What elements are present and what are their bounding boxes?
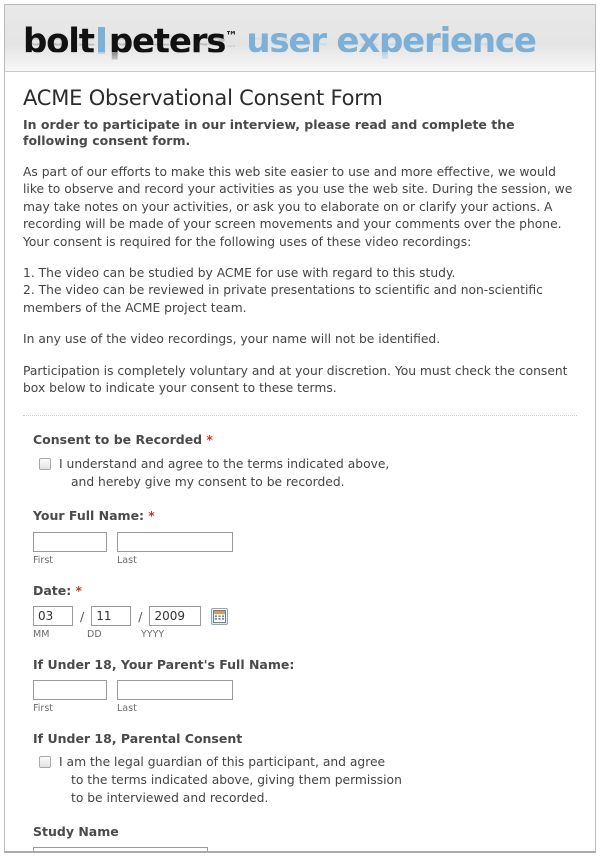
label-consent-text: Consent to be Recorded: [33, 432, 203, 448]
section-divider: [23, 415, 577, 417]
consent-checkbox-label: I understand and agree to the terms indi…: [59, 455, 389, 491]
calendar-icon[interactable]: [211, 607, 229, 625]
date-month-input[interactable]: [33, 606, 73, 627]
label-consent-to-be-recorded: Consent to be Recorded *: [33, 432, 577, 448]
site-header: bolt peters™ user experience bolt peters™ us…: [5, 5, 595, 72]
full-name-last-col: Last: [117, 531, 233, 566]
consent-description-paragraph: As part of our efforts to make this web …: [23, 165, 573, 249]
full-name-first-input[interactable]: [33, 532, 107, 553]
full-name-inputs: First Last: [33, 531, 577, 566]
field-group-parental-consent: If Under 18, Parental Consent I am the l…: [33, 731, 577, 807]
page-root: bolt peters™ user experience bolt peters™ us…: [0, 0, 600, 857]
required-asterisk-consent: *: [206, 433, 213, 448]
logo-word-bolt: bolt: [23, 21, 95, 62]
parental-consent-line-2: to the terms indicated above, giving the…: [71, 773, 402, 788]
field-group-date: Date: * / /: [33, 583, 577, 640]
page-content: ACME Observational Consent Form In order…: [5, 72, 595, 851]
brand-logo[interactable]: bolt peters™ user experience: [23, 18, 537, 62]
date-day-input[interactable]: [91, 606, 132, 627]
intro-instruction: In order to participate in our interview…: [23, 117, 515, 148]
field-group-study-name: Study Name: [33, 824, 577, 851]
trademark-symbol: ™: [225, 29, 238, 43]
label-your-full-name: Your Full Name: *: [33, 508, 577, 524]
parental-consent-checkbox[interactable]: [39, 756, 51, 769]
label-date: Date: *: [33, 583, 577, 599]
page-title: ACME Observational Consent Form: [23, 86, 383, 110]
anonymity-note: In any use of the video recordings, your…: [23, 332, 441, 347]
page-frame: bolt peters™ user experience bolt peters™ us…: [4, 4, 596, 853]
parent-name-first-input[interactable]: [33, 680, 107, 701]
parent-name-first-sublabel: First: [33, 703, 53, 715]
parent-name-last-input[interactable]: [117, 680, 233, 701]
date-inputs: / /: [33, 606, 577, 627]
full-name-last-input[interactable]: [117, 532, 233, 553]
date-year-input[interactable]: [149, 606, 202, 627]
date-month-sublabel: MM: [33, 629, 50, 641]
label-full-name-text: Your Full Name:: [33, 508, 145, 524]
parent-name-last-sublabel: Last: [117, 703, 137, 715]
parent-name-last-col: Last: [117, 679, 233, 714]
date-sublabels: MM DD YYYY: [33, 629, 577, 640]
required-asterisk-full-name: *: [148, 509, 155, 524]
video-use-list: 1. The video can be studied by ACME for …: [23, 265, 577, 317]
label-date-text: Date:: [33, 583, 72, 599]
consent-checkbox-line-2: and hereby give my consent to be recorde…: [71, 475, 345, 490]
full-name-first-sublabel: First: [33, 555, 53, 567]
voluntary-note: Participation is completely voluntary an…: [23, 363, 568, 396]
label-parental-consent: If Under 18, Parental Consent: [33, 731, 243, 747]
parental-consent-line-3: to be interviewed and recorded.: [71, 791, 269, 806]
consent-checkbox-row[interactable]: I understand and agree to the terms indi…: [39, 455, 577, 491]
video-use-item-1: 1. The video can be studied by ACME for …: [23, 266, 456, 281]
parent-name-inputs: First Last: [33, 679, 577, 714]
video-use-item-2: 2. The video can be reviewed in private …: [23, 283, 543, 315]
field-group-parent-name: If Under 18, Your Parent's Full Name: Fi…: [33, 657, 577, 714]
study-name-input[interactable]: [33, 847, 208, 851]
label-parent-full-name: If Under 18, Your Parent's Full Name:: [33, 657, 295, 673]
parent-name-first-col: First: [33, 679, 107, 714]
required-asterisk-date: *: [75, 584, 82, 599]
logo-tagline: user experience: [246, 21, 537, 62]
logo-word-peters: peters: [108, 21, 227, 62]
date-year-sublabel: YYYY: [141, 629, 165, 641]
parental-consent-checkbox-label: I am the legal guardian of this particip…: [59, 753, 402, 807]
consent-checkbox-line-1: I understand and agree to the terms indi…: [59, 457, 390, 472]
parental-consent-line-1: I am the legal guardian of this particip…: [59, 755, 386, 770]
consent-checkbox[interactable]: [39, 458, 51, 471]
full-name-last-sublabel: Last: [117, 555, 137, 567]
field-group-consent: Consent to be Recorded * I understand an…: [33, 432, 577, 491]
parental-consent-checkbox-row[interactable]: I am the legal guardian of this particip…: [39, 753, 577, 807]
date-separator-1: /: [80, 608, 85, 624]
label-study-name: Study Name: [33, 824, 119, 840]
consent-form: Consent to be Recorded * I understand an…: [23, 432, 577, 851]
date-separator-2: /: [138, 608, 143, 624]
date-day-sublabel: DD: [87, 629, 102, 641]
logo-divider-bar: [97, 27, 105, 55]
full-name-first-col: First: [33, 531, 107, 566]
field-group-full-name: Your Full Name: * First Last: [33, 508, 577, 566]
